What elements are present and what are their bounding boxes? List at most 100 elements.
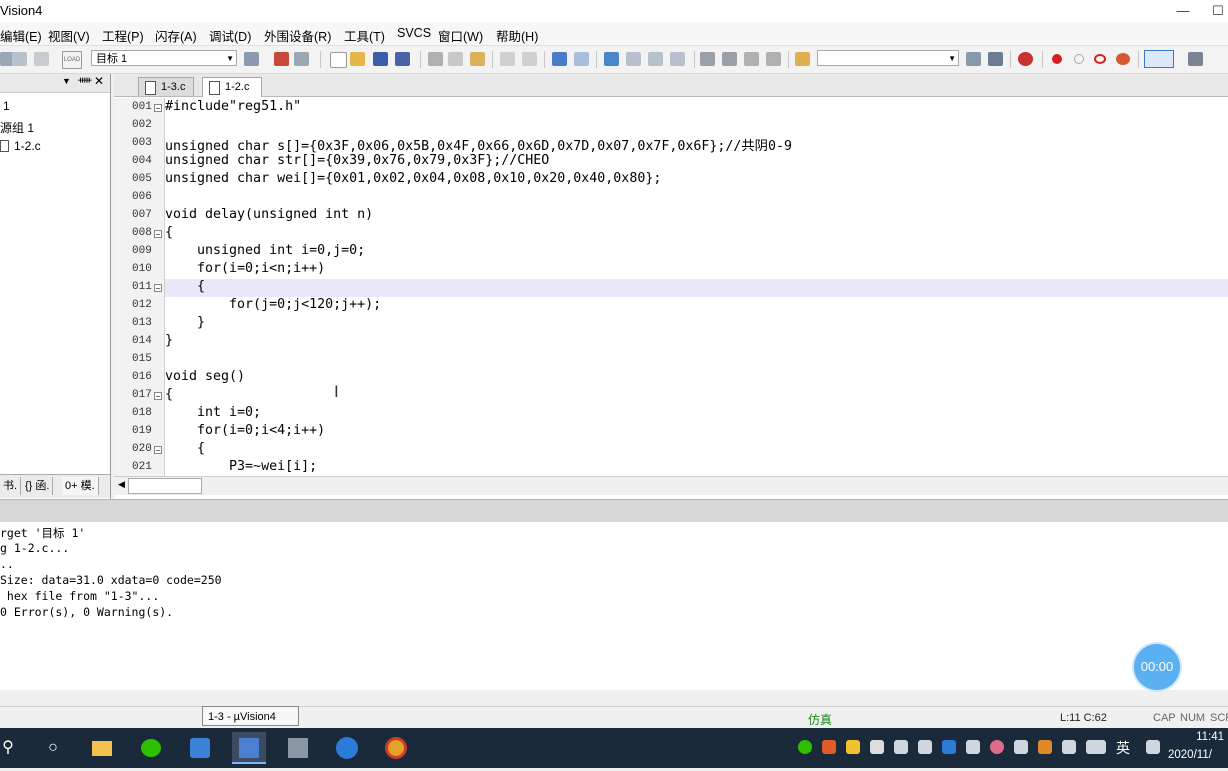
app-tray-icon[interactable] [1038, 740, 1052, 754]
code-line[interactable]: unsigned char str[]={0x39,0x76,0x79,0x3F… [165, 153, 549, 168]
menu-svcs[interactable]: SVCS [397, 26, 431, 40]
menu-tools[interactable]: 工具(T) [344, 26, 385, 45]
code-line[interactable]: int i=0; [165, 405, 261, 420]
next-bookmark-icon[interactable] [648, 52, 663, 66]
menu-peripherals[interactable]: 外围设备(R) [264, 26, 331, 45]
incremental-find-icon[interactable] [988, 52, 1003, 66]
redo-icon[interactable] [522, 52, 537, 66]
disable-all-breakpoints-icon[interactable] [1094, 54, 1106, 64]
wrench-icon[interactable] [1188, 52, 1203, 66]
recording-timer[interactable]: 00:00 [1134, 644, 1180, 690]
unindent-icon[interactable] [722, 52, 737, 66]
flower-tray-icon[interactable] [990, 740, 1004, 754]
search-icon[interactable]: ⚲ [0, 732, 16, 764]
disable-breakpoint-icon[interactable] [1074, 54, 1084, 64]
uvision-icon[interactable] [232, 732, 266, 764]
code-line[interactable]: P3=~wei[i]; [165, 459, 317, 474]
indent-icon[interactable] [700, 52, 715, 66]
pane-splitter[interactable] [0, 499, 1228, 523]
code-line[interactable]: for(i=0;i<4;i++) [165, 423, 325, 438]
debug-session-icon[interactable] [1018, 52, 1033, 66]
volume-icon[interactable] [894, 740, 908, 754]
chrome-icon[interactable] [379, 732, 413, 764]
code-line[interactable]: { [165, 387, 173, 402]
code-line[interactable]: } [165, 333, 173, 348]
code-line[interactable]: unsigned int i=0,j=0; [165, 243, 365, 258]
fold-toggle-icon[interactable]: − [154, 284, 162, 293]
rebuild-icon[interactable] [34, 52, 49, 66]
target-select[interactable]: 目标 1 ▼ [91, 50, 237, 66]
minimize-button[interactable]: — [1168, 0, 1198, 22]
code-line[interactable]: void seg() [165, 369, 245, 384]
wechat-tray-icon[interactable] [798, 740, 812, 754]
navigate-back-icon[interactable] [552, 52, 567, 66]
ime-indicator[interactable]: 英 [1116, 738, 1130, 758]
wps-icon[interactable] [183, 732, 217, 764]
wechat-icon[interactable] [134, 732, 168, 764]
code-line[interactable]: { [165, 279, 205, 294]
pane-menu-icon[interactable]: ▼ [62, 76, 71, 86]
save-all-icon[interactable] [395, 52, 410, 66]
battery-icon[interactable] [918, 740, 932, 754]
close-icon[interactable]: ✕ [94, 74, 104, 88]
proteus-icon[interactable] [281, 732, 315, 764]
menu-edit[interactable]: 编辑(E) [0, 26, 42, 45]
menu-project[interactable]: 工程(P) [102, 26, 144, 45]
fold-toggle-icon[interactable]: − [154, 104, 162, 113]
project-target-item[interactable]: 1 [3, 99, 10, 113]
prev-bookmark-icon[interactable] [626, 52, 641, 66]
menu-view[interactable]: 视图(V) [48, 26, 90, 45]
maximize-button[interactable]: ☐ [1208, 0, 1228, 22]
uncomment-icon[interactable] [766, 52, 781, 66]
clock-time[interactable]: 11:41 [1168, 731, 1224, 743]
qq-tray-icon[interactable] [846, 740, 860, 754]
task-view-icon[interactable]: ○ [36, 732, 70, 764]
tab-file-1-3[interactable]: 1-3.c [138, 77, 194, 96]
scroll-left-icon[interactable]: ◀ [118, 479, 125, 490]
code-line[interactable]: unsigned char s[]={0x3F,0x06,0x5B,0x4F,0… [165, 135, 792, 154]
find-icon[interactable] [966, 52, 981, 66]
paste-icon[interactable] [470, 52, 485, 66]
menu-window[interactable]: 窗口(W) [438, 26, 483, 45]
fold-toggle-icon[interactable]: − [154, 446, 162, 455]
horizontal-scrollbar[interactable]: ◀ [114, 476, 1228, 495]
k-app-icon[interactable] [330, 732, 364, 764]
save-icon[interactable] [373, 52, 388, 66]
fold-toggle-icon[interactable]: − [154, 392, 162, 401]
code-line[interactable]: { [165, 225, 173, 240]
code-line[interactable]: for(i=0;i<n;i++) [165, 261, 325, 276]
pin-icon[interactable]: ᚔ [78, 75, 92, 86]
project-group-item[interactable]: 源组 1 [0, 119, 34, 136]
code-line[interactable]: #include"reg51.h" [165, 99, 301, 114]
menu-help[interactable]: 帮助(H) [496, 26, 538, 45]
undo-icon[interactable] [500, 52, 515, 66]
navigate-forward-icon[interactable] [574, 52, 589, 66]
cut-icon[interactable] [428, 52, 443, 66]
menu-flash[interactable]: 闪存(A) [155, 26, 197, 45]
shield-icon[interactable] [870, 740, 884, 754]
clock-date[interactable]: 2020/11/ [1168, 749, 1228, 761]
menu-debug[interactable]: 调试(D) [209, 26, 251, 45]
bookmark-icon[interactable] [604, 52, 619, 66]
target-options-icon[interactable] [244, 52, 259, 66]
code-line[interactable]: unsigned char wei[]={0x01,0x02,0x04,0x08… [165, 171, 661, 186]
tab-functions[interactable]: {} 函. [22, 477, 54, 495]
manage-components-icon[interactable] [274, 52, 289, 66]
window-layout-icon[interactable] [1144, 50, 1174, 68]
display-icon[interactable] [966, 740, 980, 754]
breakpoint-icon[interactable] [1052, 54, 1062, 64]
ime-mode-icon[interactable] [1146, 740, 1160, 754]
code-line[interactable]: void delay(unsigned int n) [165, 207, 373, 222]
open-folder-icon[interactable] [350, 52, 365, 66]
microphone-icon[interactable] [1014, 740, 1028, 754]
code-line[interactable]: { [165, 441, 205, 456]
comment-icon[interactable] [744, 52, 759, 66]
tab-books[interactable]: 书. [0, 477, 22, 495]
sogou-tray-icon[interactable] [822, 740, 836, 754]
kill-breakpoints-icon[interactable] [1116, 53, 1130, 65]
clear-bookmarks-icon[interactable] [670, 52, 685, 66]
new-file-icon[interactable] [330, 52, 347, 68]
find-combo[interactable]: ▼ [817, 50, 959, 66]
project-file-item[interactable]: 1-2.c [14, 139, 41, 153]
tab-file-1-2[interactable]: 1-2.c [202, 77, 262, 97]
